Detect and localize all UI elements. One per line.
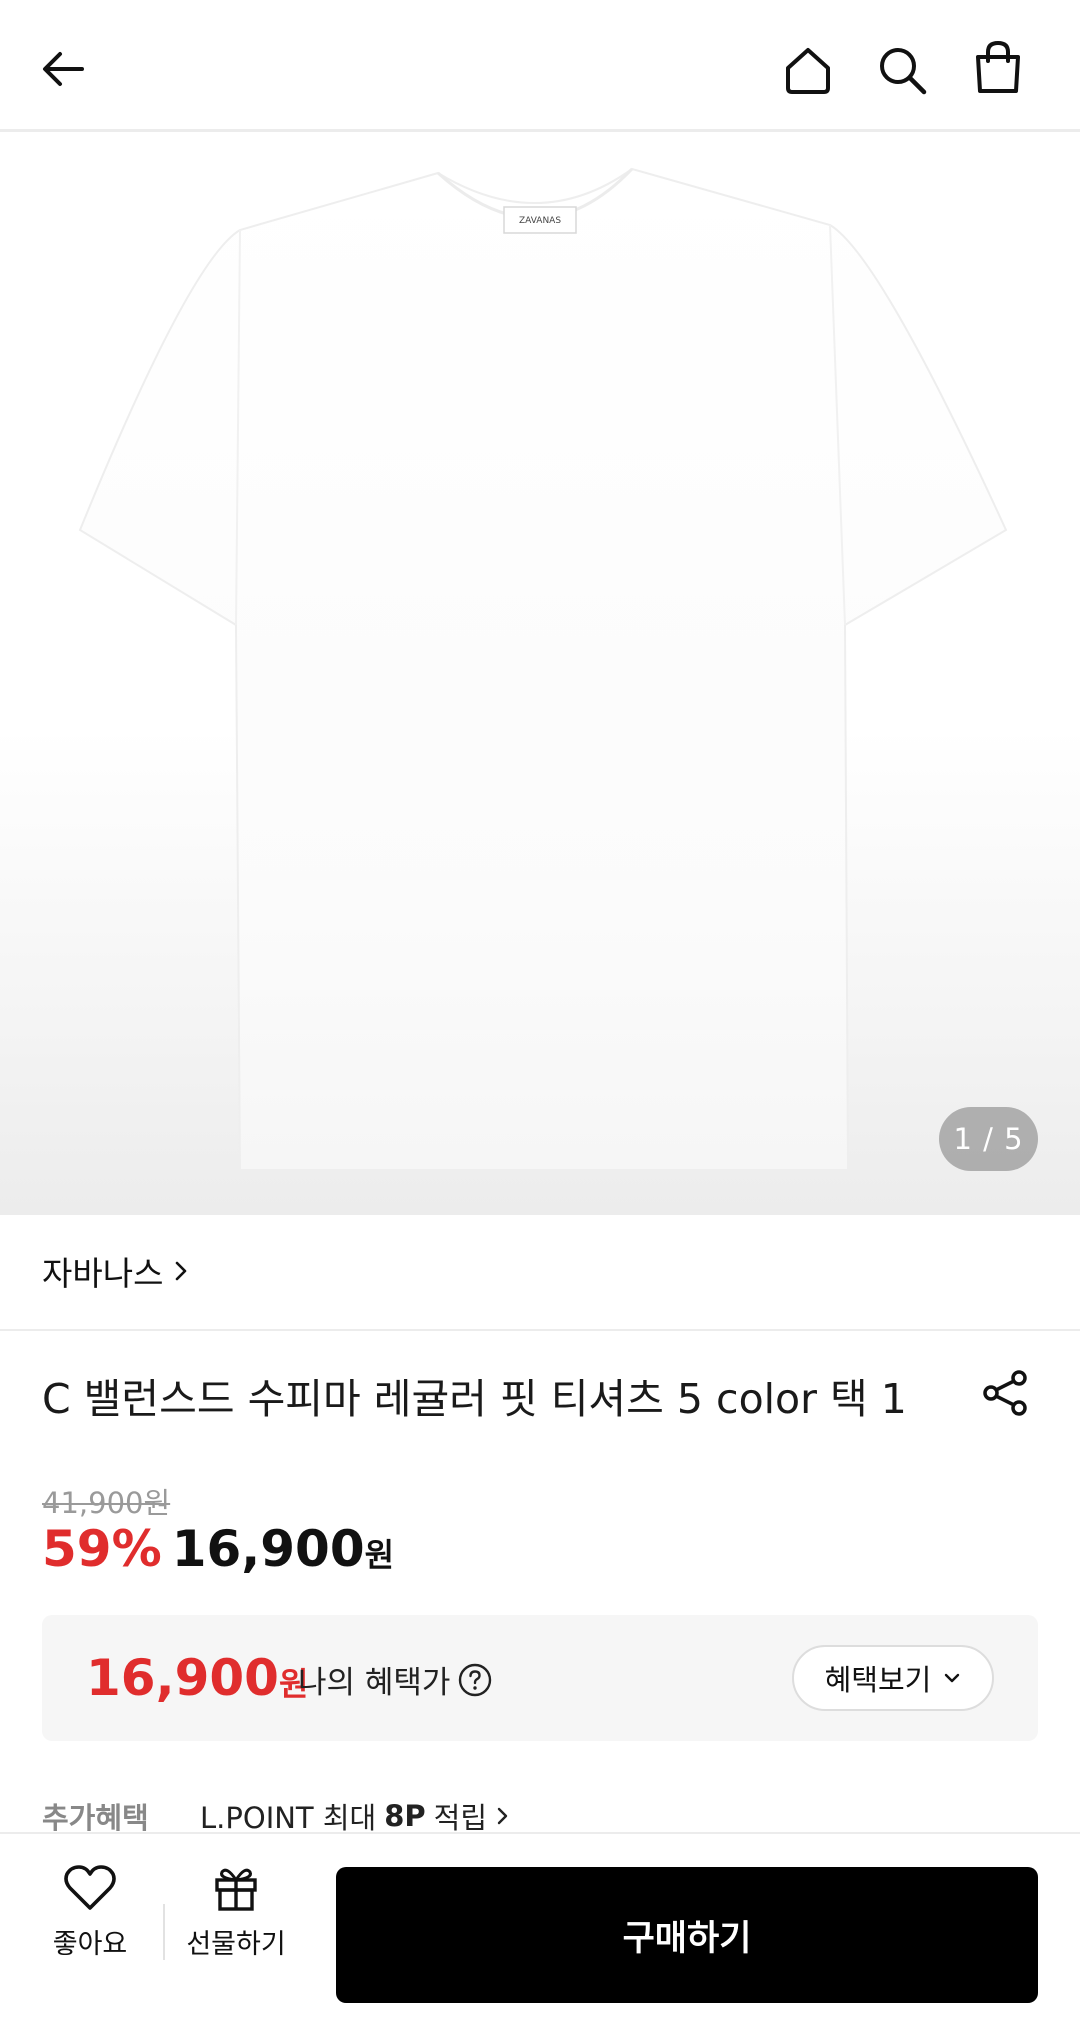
- benefit-price: 16,900 원: [86, 1649, 308, 1707]
- share-icon: [983, 1370, 1027, 1416]
- chevron-down-icon: [945, 1673, 960, 1683]
- bottom-divider: [163, 1904, 165, 1960]
- search-icon: [880, 48, 927, 95]
- extra-benefit-value: L.POINT 최대 8P 적립: [200, 1795, 511, 1835]
- price-row: 59% 16,900 원: [42, 1520, 394, 1578]
- benefit-price-value: 16,900: [86, 1649, 279, 1707]
- back-button[interactable]: [30, 36, 96, 102]
- image-counter: 1 / 5: [939, 1107, 1038, 1171]
- sale-price-unit: 원: [364, 1536, 395, 1574]
- view-benefits-button[interactable]: 혜택보기: [792, 1645, 994, 1711]
- extra-benefit-row[interactable]: 추가혜택 L.POINT 최대 8P 적립: [42, 1795, 1042, 1835]
- extra-benefit-label: 추가혜택: [42, 1801, 149, 1835]
- brand-link[interactable]: 자바나스: [42, 1247, 189, 1295]
- brand-name: 자바나스: [42, 1254, 164, 1293]
- product-image-gallery[interactable]: ZAVANAS 1 / 5: [0, 135, 1080, 1215]
- gift-button[interactable]: 선물하기: [171, 1864, 301, 1961]
- lpoint-suffix: 적립: [433, 1801, 488, 1835]
- gift-label: 선물하기: [186, 1929, 286, 1960]
- share-button[interactable]: [976, 1363, 1036, 1423]
- benefit-price-box: 16,900 원 나의 혜택가 혜택보기: [42, 1615, 1038, 1741]
- home-icon: [786, 48, 830, 94]
- product-title: C 밸런스드 수피마 레귤러 핏 티셔츠 5 color 택 1: [42, 1375, 907, 1423]
- lpoint-points: 8P: [384, 1799, 426, 1833]
- shirt-label-text: ZAVANAS: [519, 216, 561, 226]
- buy-button[interactable]: 구매하기: [336, 1867, 1038, 2003]
- discount-rate: 59%: [42, 1520, 162, 1578]
- top-header: [0, 0, 1080, 132]
- sale-price: 16,900: [171, 1520, 365, 1578]
- like-button[interactable]: 좋아요: [25, 1864, 155, 1961]
- lpoint-prefix: L.POINT 최대: [200, 1801, 377, 1835]
- chevron-right-icon: [497, 1807, 508, 1825]
- home-button[interactable]: [772, 34, 844, 106]
- cart-button[interactable]: [962, 32, 1034, 104]
- benefit-label: 나의 혜택가: [298, 1665, 451, 1701]
- bottom-action-bar: 좋아요 선물하기 구매하기: [0, 1832, 1080, 2032]
- original-price: 41,900원: [42, 1486, 171, 1520]
- product-image: ZAVANAS: [78, 167, 1008, 1171]
- gift-icon: [215, 1868, 257, 1911]
- help-icon[interactable]: [458, 1663, 492, 1697]
- chevron-right-icon: [176, 1261, 187, 1281]
- shopping-bag-icon: [976, 40, 1020, 93]
- arrow-left-icon: [43, 52, 84, 86]
- brand-row[interactable]: 자바나스: [0, 1215, 1080, 1331]
- benefit-label-group: 나의 혜택가: [298, 1657, 492, 1702]
- like-label: 좋아요: [52, 1929, 128, 1960]
- search-button[interactable]: [866, 34, 938, 106]
- view-benefits-label: 혜택보기: [824, 1663, 932, 1697]
- heart-icon: [64, 1865, 116, 1910]
